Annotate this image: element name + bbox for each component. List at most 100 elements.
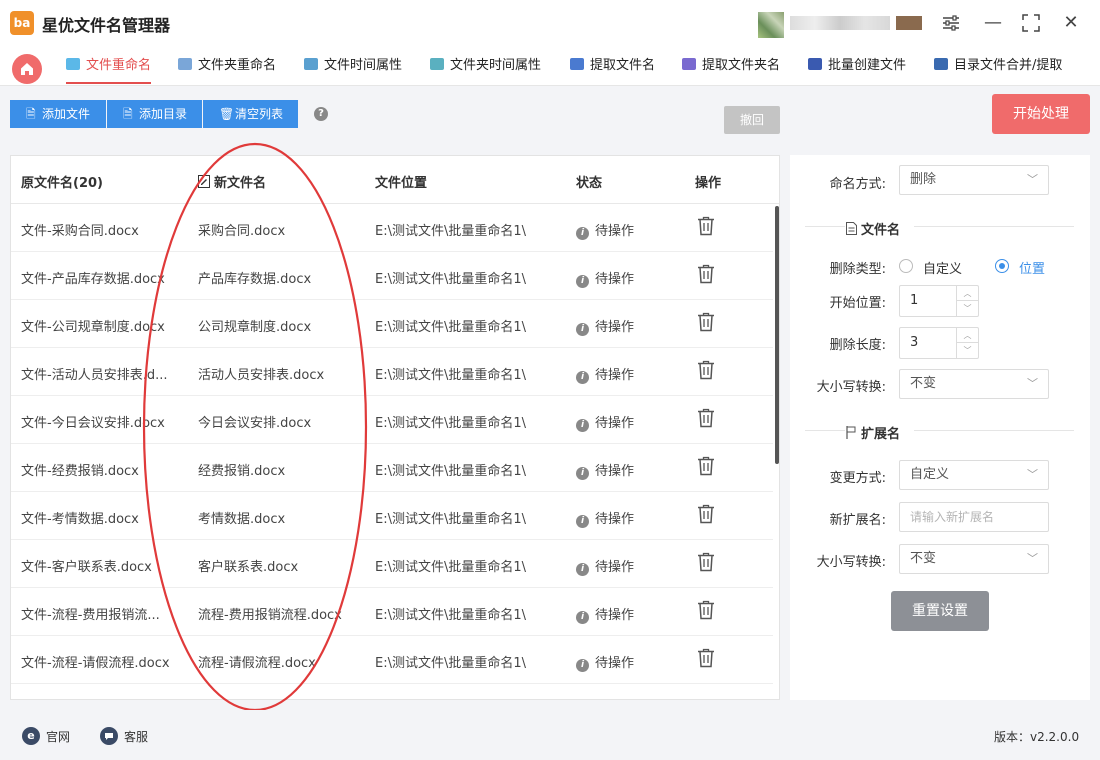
delete-type-label: 删除类型: <box>829 262 886 277</box>
radio-position[interactable] <box>995 259 1009 273</box>
tab-batch-create[interactable]: 批量创建文件 <box>808 56 906 80</box>
radio-custom-label[interactable]: 自定义 <box>923 258 962 277</box>
table-row[interactable]: 文件-采购合同.docx 采购合同.docx E:\测试文件\批量重命名1\ i 待操作 <box>11 204 773 252</box>
delete-row-icon[interactable] <box>697 648 715 668</box>
tab-dir-merge[interactable]: 目录文件合并/提取 <box>934 56 1062 80</box>
status-text: 待操作 <box>595 608 635 623</box>
naming-mode-select[interactable]: 删除 ﹀ <box>899 165 1049 195</box>
status-text: 待操作 <box>595 656 635 671</box>
col-status[interactable]: 状态 <box>576 172 602 191</box>
home-button[interactable] <box>12 54 42 84</box>
tab-file-rename[interactable]: 文件重命名 <box>66 56 152 84</box>
batch-create-icon <box>808 58 822 70</box>
table-body: 文件-采购合同.docx 采购合同.docx E:\测试文件\批量重命名1\ i 待操作… <box>11 204 773 699</box>
delete-row-icon[interactable] <box>697 600 715 620</box>
new-filename: 今日会议安排.docx <box>198 416 312 431</box>
status-text: 待操作 <box>595 368 635 383</box>
orig-filename: 文件-考情数据.docx <box>21 512 139 527</box>
status-cell: i 待操作 <box>576 652 656 672</box>
file-location: E:\测试文件\批量重命名1\ <box>375 656 527 671</box>
case-select[interactable]: 不变 ﹀ <box>899 369 1049 399</box>
settings-panel: 命名方式: 删除 ﹀ 文件名 删除类型: 自定义 位置 开始位置: 1 ︿ ﹀ 删… <box>790 155 1090 700</box>
start-button[interactable]: 开始处理 <box>992 94 1090 134</box>
increment-icon[interactable]: ︿ <box>956 286 978 301</box>
tab-folder-rename[interactable]: 文件夹重命名 <box>178 56 276 80</box>
file-time-icon <box>304 58 318 70</box>
change-mode-select[interactable]: 自定义 ﹀ <box>899 460 1049 490</box>
status-cell: i 待操作 <box>576 316 656 336</box>
delete-row-icon[interactable] <box>697 408 715 428</box>
col-orig-name[interactable]: 原文件名(20) <box>21 172 103 191</box>
decrement-icon[interactable]: ﹀ <box>956 343 978 358</box>
maximize-button[interactable] <box>1018 10 1044 36</box>
ext-case-label: 大小写转换: <box>816 555 886 570</box>
table-row[interactable]: 文件-公司规章制度.docx 公司规章制度.docx E:\测试文件\批量重命名1\… <box>11 300 773 348</box>
col-new-name[interactable]: 新文件名 <box>198 172 266 191</box>
col-action: 操作 <box>695 176 722 191</box>
home-icon <box>21 63 33 75</box>
table-row[interactable]: 文件-考情数据.docx 考情数据.docx E:\测试文件\批量重命名1\ i 待操作 <box>11 492 773 540</box>
delete-row-icon[interactable] <box>697 552 715 572</box>
close-button[interactable]: ✕ <box>1058 10 1084 36</box>
decrement-icon[interactable]: ﹀ <box>956 301 978 316</box>
file-icon: 🗎 <box>26 107 36 121</box>
ext-case-select[interactable]: 不变 ﹀ <box>899 544 1049 574</box>
table-row[interactable]: 文件-产品库存数据.docx 产品库存数据.docx E:\测试文件\批量重命名1\… <box>11 252 773 300</box>
delete-row-icon[interactable] <box>697 504 715 524</box>
start-pos-stepper[interactable]: 1 ︿ ﹀ <box>899 285 979 317</box>
table-row[interactable]: 文件-流程-费用报销流... 流程-费用报销流程.docx E:\测试文件\批量重命… <box>11 588 773 636</box>
status-text: 待操作 <box>595 464 635 479</box>
clear-list-button[interactable]: 🗑 清空列表 <box>203 100 298 128</box>
chat-icon[interactable] <box>100 727 118 745</box>
status-text: 待操作 <box>595 416 635 431</box>
radio-custom[interactable] <box>899 259 913 273</box>
sliders-icon[interactable] <box>938 10 964 36</box>
delete-row-icon[interactable] <box>697 456 715 476</box>
table-row[interactable]: 文件-流程-请假流程.docx 流程-请假流程.docx E:\测试文件\批量重命名… <box>11 636 773 684</box>
info-icon: i <box>576 611 589 624</box>
delete-row-icon[interactable] <box>697 312 715 332</box>
new-filename: 考情数据.docx <box>198 512 286 527</box>
table-row[interactable]: 文件-客户联系表.docx 客户联系表.docx E:\测试文件\批量重命名1\ i 待… <box>11 540 773 588</box>
chevron-down-icon: ﹀ <box>1027 468 1038 481</box>
case-label: 大小写转换: <box>816 380 886 395</box>
website-icon[interactable]: e <box>22 727 40 745</box>
file-location: E:\测试文件\批量重命名1\ <box>375 368 527 383</box>
tab-extract-foldername[interactable]: 提取文件夹名 <box>682 56 780 80</box>
undo-button[interactable]: 撤回 <box>724 106 780 134</box>
help-icon[interactable]: ? <box>314 107 328 121</box>
folder-rename-icon <box>178 58 192 70</box>
add-file-button[interactable]: 🗎 添加文件 <box>10 100 106 128</box>
folder-icon: 🗎 <box>123 107 133 121</box>
minimize-button[interactable]: — <box>980 10 1006 36</box>
reset-button[interactable]: 重置设置 <box>891 591 989 631</box>
tab-extract-filename[interactable]: 提取文件名 <box>570 56 655 80</box>
version-text: 版本：v2.2.0.0 <box>994 730 1080 744</box>
title-bar: ba 星优文件名管理器 — ✕ <box>0 0 1100 46</box>
table-row[interactable]: 文件-活动人员安排表.d... 活动人员安排表.docx E:\测试文件\批量重命名… <box>11 348 773 396</box>
new-ext-input[interactable]: 请输入新扩展名 <box>899 502 1049 532</box>
delete-row-icon[interactable] <box>697 360 715 380</box>
chevron-down-icon: ﹀ <box>1027 377 1038 390</box>
delete-row-icon[interactable] <box>697 264 715 284</box>
start-pos-label: 开始位置: <box>829 296 886 311</box>
delete-len-stepper[interactable]: 3 ︿ ﹀ <box>899 327 979 359</box>
scrollbar[interactable] <box>775 206 779 464</box>
info-icon: i <box>576 515 589 528</box>
table-row[interactable]: 文件-今日会议安排.docx 今日会议安排.docx E:\测试文件\批量重命名1\… <box>11 396 773 444</box>
tab-folder-time[interactable]: 文件夹时间属性 <box>430 56 541 80</box>
add-dir-button[interactable]: 🗎 添加目录 <box>107 100 202 128</box>
col-location[interactable]: 文件位置 <box>375 172 427 191</box>
delete-row-icon[interactable] <box>697 216 715 236</box>
tab-file-time[interactable]: 文件时间属性 <box>304 56 402 80</box>
naming-mode-label: 命名方式: <box>829 177 886 192</box>
website-link[interactable]: 官网 <box>46 728 70 745</box>
support-link[interactable]: 客服 <box>124 728 148 745</box>
radio-position-label[interactable]: 位置 <box>1019 258 1045 277</box>
table-row[interactable]: 文件-经费报销.docx 经费报销.docx E:\测试文件\批量重命名1\ i 待操作 <box>11 444 773 492</box>
increment-icon[interactable]: ︿ <box>956 328 978 343</box>
flag-icon <box>846 426 856 439</box>
user-avatar[interactable] <box>758 12 784 38</box>
new-ext-label: 新扩展名: <box>829 513 886 528</box>
new-filename: 活动人员安排表.docx <box>198 368 325 383</box>
